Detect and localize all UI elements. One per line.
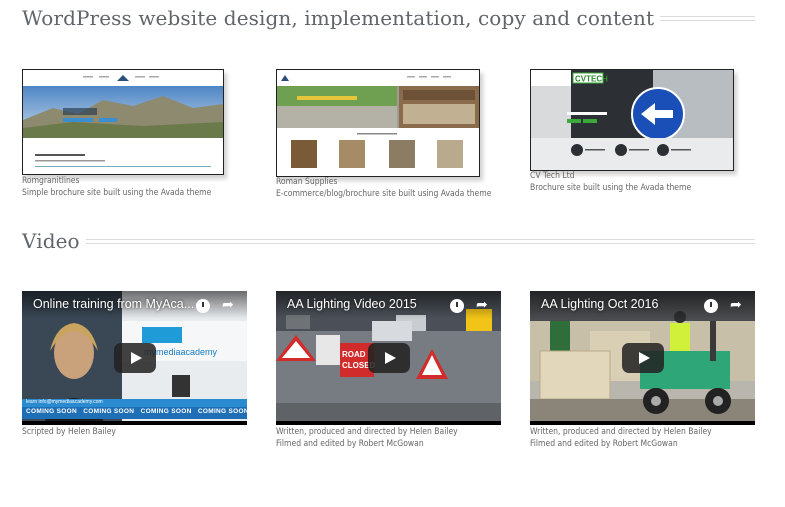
video-credit: Filmed and edited by Robert McGowan (530, 438, 678, 449)
video-credit: Scripted by Helen Bailey (22, 427, 116, 437)
video-credit: Filmed and edited by Robert McGowan (276, 438, 424, 449)
site-description: Simple brochure site built using the Ava… (22, 187, 212, 198)
site-name: Romgranitlines (22, 176, 80, 186)
video-bottom-bar (276, 421, 501, 425)
clock-icon[interactable] (450, 299, 464, 313)
site-name: CV Tech Ltd (530, 171, 575, 181)
video-bottom-bar (530, 421, 755, 425)
site-caption-romgranitlines: Romgranitlines Simple brochure site buil… (22, 176, 211, 199)
video-title[interactable]: Online training from MyAca... (33, 297, 194, 311)
share-icon[interactable]: ➦ (730, 297, 742, 313)
heading-separator (85, 238, 755, 244)
roman-supplies-screenshot (277, 70, 479, 176)
share-icon[interactable]: ➦ (222, 297, 234, 313)
site-name: Roman Supplies (276, 177, 338, 187)
site-description: E-commerce/blog/brochure site built usin… (276, 188, 492, 199)
video-player-myacademy[interactable]: mymediaacademy learn info@mymediaacademy… (22, 291, 247, 425)
romgranitlines-screenshot (23, 70, 223, 174)
section-heading-video: Video (22, 229, 755, 253)
video-caption-aa-lighting-2016: Written, produced and directed by Helen … (530, 427, 712, 450)
play-icon[interactable] (621, 343, 664, 373)
video-title[interactable]: AA Lighting Oct 2016 (541, 297, 658, 311)
site-thumbnail-roman-supplies[interactable] (276, 69, 480, 177)
share-icon[interactable]: ➦ (476, 297, 488, 313)
play-icon[interactable] (367, 343, 410, 373)
ticker-text: COMING SOON COMING SOON COMING SOON COMI… (26, 408, 247, 415)
video-bottom-bar (22, 421, 247, 425)
video-credit: Written, produced and directed by Helen … (276, 427, 458, 437)
heading-separator (660, 15, 755, 21)
site-description: Brochure site built using the Avada them… (530, 182, 692, 193)
video-title[interactable]: AA Lighting Video 2015 (287, 297, 417, 311)
svg-text:CVTECH: CVTECH (575, 75, 608, 84)
site-caption-roman-supplies: Roman Supplies E-commerce/blog/brochure … (276, 177, 491, 200)
video-credit: Written, produced and directed by Helen … (530, 427, 712, 437)
play-icon[interactable] (113, 343, 156, 373)
site-caption-cv-tech: CV Tech Ltd Brochure site built using th… (530, 171, 691, 194)
email-text: learn info@mymediaacademy.com (26, 399, 103, 405)
video-player-aa-lighting-2015[interactable]: ROAD CLOSED AA Lighting Video 2015 ➦ (276, 291, 501, 425)
clock-icon[interactable] (196, 299, 210, 313)
video-caption-aa-lighting-2015: Written, produced and directed by Helen … (276, 427, 458, 450)
cv-tech-screenshot: CVTECH (531, 70, 733, 170)
section-heading-wordpress: WordPress website design, implementation… (22, 6, 755, 30)
section-title: Video (22, 229, 80, 253)
clock-icon[interactable] (704, 299, 718, 313)
section-title: WordPress website design, implementation… (22, 6, 655, 30)
site-thumbnail-cv-tech[interactable]: CVTECH (530, 69, 734, 171)
video-caption-myacademy: Scripted by Helen Bailey (22, 427, 116, 439)
site-thumbnail-romgranitlines[interactable] (22, 69, 224, 175)
video-player-aa-lighting-2016[interactable]: AA Lighting Oct 2016 ➦ (530, 291, 755, 425)
